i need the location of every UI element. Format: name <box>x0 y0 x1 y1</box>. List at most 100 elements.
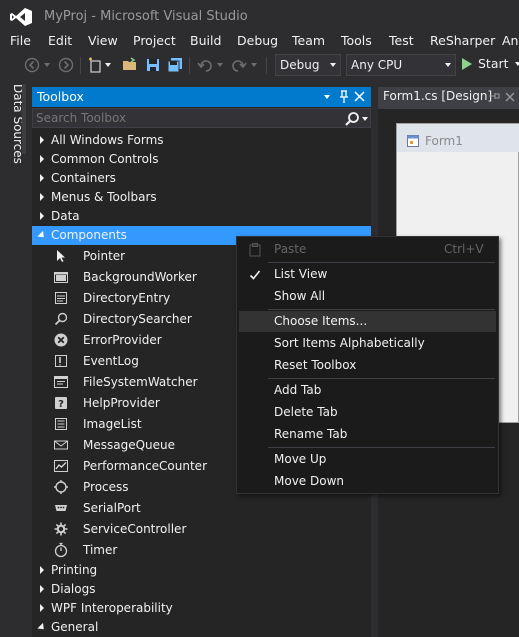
chevron-down-icon[interactable] <box>514 62 519 66</box>
menu-view[interactable]: View <box>88 33 118 48</box>
category-label: General <box>51 620 99 634</box>
menu-separator <box>268 309 495 310</box>
item-label: DirectorySearcher <box>83 312 192 326</box>
timer-icon <box>54 542 68 558</box>
menu-item-rename-tab[interactable]: Rename Tab <box>239 424 496 445</box>
solution-platform-combo[interactable]: Any CPU <box>346 54 456 76</box>
paste-icon <box>249 243 261 257</box>
category-data[interactable]: Data <box>32 207 371 226</box>
item-label: EventLog <box>83 354 139 368</box>
menu-bar: File Edit View Project Build Debug Team … <box>0 32 519 52</box>
start-label: Start <box>478 56 509 71</box>
menu-debug[interactable]: Debug <box>237 33 278 48</box>
menu-item-delete-tab[interactable]: Delete Tab <box>239 402 496 423</box>
menu-item-label: Paste <box>274 242 307 256</box>
category-containers[interactable]: Containers <box>32 169 371 188</box>
menu-item-sort-alphabetically[interactable]: Sort Items Alphabetically <box>239 333 496 354</box>
forward-arrow-icon[interactable] <box>58 57 74 73</box>
new-project-icon[interactable] <box>88 57 104 73</box>
start-button[interactable]: Start <box>462 56 519 71</box>
undo-icon[interactable] <box>197 57 213 73</box>
menu-resharper[interactable]: ReSharper <box>430 33 495 48</box>
document-tab-form1-design[interactable]: Form1.cs [Design] <box>378 87 519 107</box>
search-icon[interactable] <box>344 111 360 127</box>
category-printing[interactable]: Printing <box>32 561 371 580</box>
expand-arrow-icon[interactable] <box>40 193 44 201</box>
menu-item-reset-toolbox[interactable]: Reset Toolbox <box>239 355 496 376</box>
expand-arrow-icon[interactable] <box>40 212 44 220</box>
category-general[interactable]: General <box>32 618 371 637</box>
pin-icon[interactable] <box>488 90 500 102</box>
serial-port-icon <box>55 505 67 511</box>
menu-item-label: Rename Tab <box>274 427 348 441</box>
item-label: ServiceController <box>83 522 187 536</box>
search-input[interactable] <box>36 110 336 126</box>
item-label: ImageList <box>83 417 142 431</box>
menu-item-shortcut: Ctrl+V <box>444 242 484 256</box>
collapse-arrow-icon[interactable] <box>37 230 47 241</box>
close-icon[interactable] <box>354 91 365 102</box>
menu-item-move-up[interactable]: Move Up <box>239 449 496 470</box>
svg-text:?: ? <box>58 399 64 410</box>
chevron-down-icon <box>330 63 336 67</box>
save-all-icon[interactable] <box>167 57 183 73</box>
menu-item-move-down[interactable]: Move Down <box>239 471 496 492</box>
save-icon[interactable] <box>145 57 161 73</box>
document-tab-label: Form1.cs [Design] <box>383 89 493 103</box>
menu-analyze[interactable]: An <box>502 33 518 48</box>
toolbox-search <box>32 108 371 128</box>
category-dialogs[interactable]: Dialogs <box>32 580 371 599</box>
pin-icon[interactable] <box>339 90 349 104</box>
menu-separator <box>268 378 495 379</box>
item-label: PerformanceCounter <box>83 459 207 473</box>
menu-item-label: Move Down <box>274 474 344 488</box>
menu-build[interactable]: Build <box>190 33 221 48</box>
category-common-controls[interactable]: Common Controls <box>32 150 371 169</box>
expand-arrow-icon[interactable] <box>40 136 44 144</box>
menu-file[interactable]: File <box>10 33 31 48</box>
redo-icon[interactable] <box>231 57 247 73</box>
toolbox-item-servicecontroller[interactable]: ServiceController <box>32 519 371 538</box>
menu-project[interactable]: Project <box>133 33 176 48</box>
collapse-arrow-icon[interactable] <box>37 622 47 633</box>
file-system-watcher-icon <box>54 376 68 388</box>
menu-item-show-all[interactable]: Show All <box>239 286 496 307</box>
menu-edit[interactable]: Edit <box>48 33 72 48</box>
expand-arrow-icon[interactable] <box>40 604 44 612</box>
category-wpf-interoperability[interactable]: WPF Interoperability <box>32 599 371 618</box>
menu-item-label: Move Up <box>274 452 327 466</box>
close-icon[interactable] <box>505 92 515 102</box>
toolbox-item-timer[interactable]: Timer <box>32 540 371 559</box>
menu-item-choose-items[interactable]: Choose Items... <box>239 311 496 332</box>
category-label: Menus & Toolbars <box>51 190 157 204</box>
open-folder-icon[interactable] <box>122 57 138 73</box>
form-title-bar: Form1 <box>397 124 519 152</box>
menu-team[interactable]: Team <box>292 33 325 48</box>
toolbox-item-serialport[interactable]: SerialPort <box>32 498 371 517</box>
menu-item-paste[interactable]: Paste Ctrl+V <box>239 239 496 260</box>
menu-item-list-view[interactable]: List View <box>239 264 496 285</box>
image-list-icon <box>55 418 67 430</box>
window-position-icon[interactable] <box>324 95 330 99</box>
back-dropdown-icon[interactable] <box>44 63 50 67</box>
expand-arrow-icon[interactable] <box>40 585 44 593</box>
expand-arrow-icon[interactable] <box>40 174 44 182</box>
expand-arrow-icon[interactable] <box>40 155 44 163</box>
toolbar-separator <box>189 57 190 74</box>
solution-configuration-combo[interactable]: Debug <box>275 54 341 76</box>
category-menus-toolbars[interactable]: Menus & Toolbars <box>32 188 371 207</box>
menu-item-add-tab[interactable]: Add Tab <box>239 380 496 401</box>
form-icon <box>407 135 419 147</box>
new-dropdown-icon[interactable] <box>105 63 111 67</box>
undo-dropdown-icon[interactable] <box>217 63 223 67</box>
category-label: Dialogs <box>51 582 96 596</box>
category-all-windows-forms[interactable]: All Windows Forms <box>32 131 371 150</box>
search-options-dropdown-icon[interactable] <box>362 117 368 121</box>
back-arrow-icon[interactable] <box>24 57 40 73</box>
menu-test[interactable]: Test <box>389 33 414 48</box>
expand-arrow-icon[interactable] <box>40 566 44 574</box>
redo-dropdown-icon[interactable] <box>251 63 257 67</box>
checkmark-icon <box>249 270 261 280</box>
menu-tools[interactable]: Tools <box>341 33 372 48</box>
category-label: Printing <box>51 563 98 577</box>
